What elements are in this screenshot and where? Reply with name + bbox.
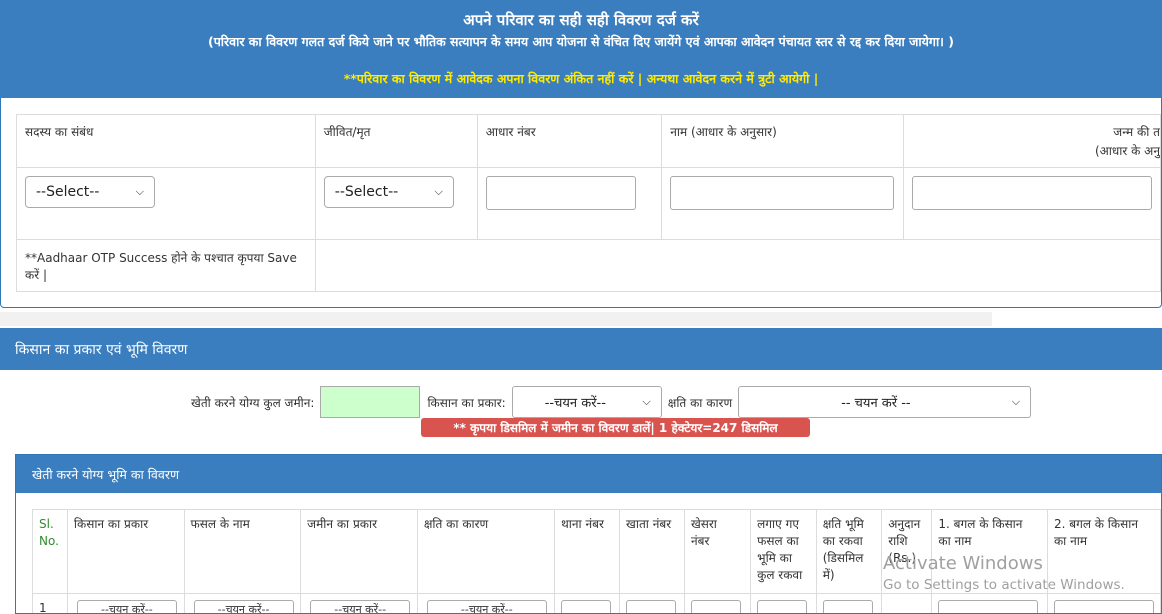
col-thana-no: थाना नंबर — [554, 509, 621, 594]
land-details-header: खेती करने योग्य भूमि का विवरण — [16, 455, 1161, 493]
row-crop-select[interactable]: --चयन करें-- — [193, 600, 294, 614]
col-dob-line1: जन्म की त — [1113, 125, 1160, 139]
col-grant-line3: (Rs.) — [888, 551, 917, 565]
aadhaar-input[interactable] — [485, 176, 636, 210]
damage-reason-select[interactable]: -- चयन करें -- ⌵ — [738, 386, 1032, 418]
col-neighbor-1-line2: का नाम — [938, 534, 972, 548]
col-neighbor-1-line1: 1. बगल के किसान — [938, 517, 1023, 531]
col-damage-area-line1: क्षति भूमि — [822, 517, 864, 531]
col-khesra-no: खेसरा नंबर — [683, 509, 752, 594]
page-header: अपने परिवार का सही सही विवरण दर्ज करें (… — [0, 0, 1162, 98]
col-damage-area-line2: का रकवा — [822, 534, 863, 548]
land-section-header: किसान का प्रकार एवं भूमि विवरण — [0, 328, 1162, 370]
alive-select[interactable]: --Select-- ⌵ — [323, 176, 454, 208]
row-neighbor-1-input[interactable] — [938, 600, 1039, 613]
row-damage-reason-select-value: --चयन करें-- — [460, 603, 513, 614]
damage-reason-label: क्षति का कारण — [667, 395, 733, 410]
total-land-group: खेती करने योग्य कुल जमीन: किसान का प्रका… — [191, 386, 1032, 418]
row-sl: 1 — [32, 593, 68, 613]
row-land-type-select[interactable]: --चयन करें-- — [310, 600, 411, 614]
total-land-input[interactable] — [320, 386, 421, 418]
col-crop-area: लगाए गए फसल का भूमि का कुल रकवा — [750, 509, 817, 594]
farmer-type-label: किसान का प्रकार: — [427, 395, 506, 410]
row-damage-reason-select[interactable]: --चयन करें-- — [426, 600, 547, 614]
col-neighbor-2: 2. बगल के किसान का नाम — [1046, 509, 1161, 594]
farmer-type-select[interactable]: --चयन करें-- ⌵ — [511, 386, 662, 418]
chevron-down-icon: ⌵ — [434, 185, 443, 198]
col-grant-line2: राशि — [888, 534, 908, 548]
col-neighbor-1: 1. बगल के किसान का नाम — [931, 509, 1048, 594]
row-crop-area-input[interactable] — [757, 600, 808, 613]
col-sl: Sl. No. — [32, 509, 68, 594]
col-crop-name: फसल के नाम — [183, 509, 302, 594]
col-relation: सदस्य का संबंध — [16, 114, 316, 168]
family-table: सदस्य का संबंध जीवित/मृत आधार नंबर नाम (… — [16, 114, 1162, 292]
col-land-type: जमीन का प्रकार — [300, 509, 418, 594]
col-crop-area-line4: कुल रकवा — [757, 568, 803, 582]
col-dob: जन्म की त (आधार के अनु — [902, 114, 1162, 168]
page-subtitle: (परिवार का विवरण गलत दर्ज किये जाने पर भ… — [207, 34, 954, 49]
col-alive: जीवित/मृत — [314, 114, 478, 168]
row-farmer-type-select[interactable]: --चयन करें-- — [76, 600, 177, 614]
relation-select-value: --Select-- — [36, 184, 100, 200]
damage-reason-select-value: -- चयन करें -- — [841, 396, 911, 411]
col-khesra-line2: नंबर — [690, 534, 710, 548]
chevron-down-icon: ⌵ — [135, 185, 144, 198]
row-damage-area-input[interactable] — [822, 600, 873, 613]
land-details-card: खेती करने योग्य भूमि का विवरण Sl. No. कि… — [15, 454, 1162, 614]
row-khata-input[interactable] — [626, 600, 677, 613]
row-land-type-select-value: --चयन करें-- — [334, 603, 387, 614]
family-details-card: सदस्य का संबंध जीवित/मृत आधार नंबर नाम (… — [0, 98, 1162, 308]
col-damage-reason: क्षति का कारण — [416, 509, 556, 594]
col-crop-area-line1: लगाए गए — [757, 517, 799, 531]
row-crop-select-value: --चयन करें-- — [217, 603, 270, 614]
col-sl-line1: Sl. — [39, 517, 54, 531]
col-crop-area-line2: फसल का — [757, 534, 799, 548]
col-neighbor-2-line2: का नाम — [1053, 534, 1088, 548]
page-title: अपने परिवार का सही सही विवरण दर्ज करें — [463, 11, 699, 29]
col-neighbor-2-line1: 2. बगल के किसान — [1053, 517, 1139, 531]
col-damage-area-line4: में) — [822, 568, 835, 582]
row-thana-input[interactable] — [561, 600, 612, 613]
chevron-down-icon: ⌵ — [1011, 395, 1021, 408]
col-grant-line1: अनुदान — [888, 517, 921, 531]
col-farmer-type: किसान का प्रकार — [66, 509, 185, 594]
land-table: Sl. No. किसान का प्रकार फसल के नाम जमीन … — [32, 509, 1161, 614]
chevron-down-icon: ⌵ — [642, 395, 651, 408]
total-land-label: खेती करने योग्य कुल जमीन: — [191, 395, 315, 410]
col-damage-area: क्षति भूमि का रकवा (डिसमिल में) — [815, 509, 883, 594]
row-khesra-input[interactable] — [690, 600, 741, 613]
row-neighbor-2-input[interactable] — [1053, 600, 1154, 613]
row-farmer-type-select-value: --चयन करें-- — [100, 603, 153, 614]
dob-input[interactable] — [911, 176, 1152, 210]
col-crop-area-line3: भूमि का — [757, 551, 792, 565]
col-dob-line2: (आधार के अनु — [1094, 144, 1160, 158]
col-grant: अनुदान राशि (Rs.) — [881, 509, 933, 594]
name-input[interactable] — [670, 176, 895, 210]
col-khata-no: खाता नंबर — [619, 509, 685, 594]
col-damage-area-line3: (डिसमिल — [822, 551, 864, 565]
dismil-note: ** कृपया डिसमिल में जमीन का विवरण डालें|… — [421, 418, 810, 437]
divider-strip — [0, 312, 992, 326]
aadhaar-otp-note: **Aadhaar OTP Success होने के पश्चात कृप… — [16, 239, 316, 292]
col-sl-line2: No. — [39, 534, 59, 548]
farmer-type-select-value: --चयन करें-- — [544, 396, 606, 411]
col-aadhaar: आधार नंबर — [476, 114, 663, 168]
col-khesra-line1: खेसरा — [690, 517, 717, 531]
col-name: नाम (आधार के अनुसार) — [661, 114, 904, 168]
relation-select[interactable]: --Select-- ⌵ — [25, 176, 155, 208]
alive-select-value: --Select-- — [334, 184, 399, 200]
page-warning: **परिवार का विवरण में आवेदक अपना विवरण अ… — [343, 71, 819, 86]
